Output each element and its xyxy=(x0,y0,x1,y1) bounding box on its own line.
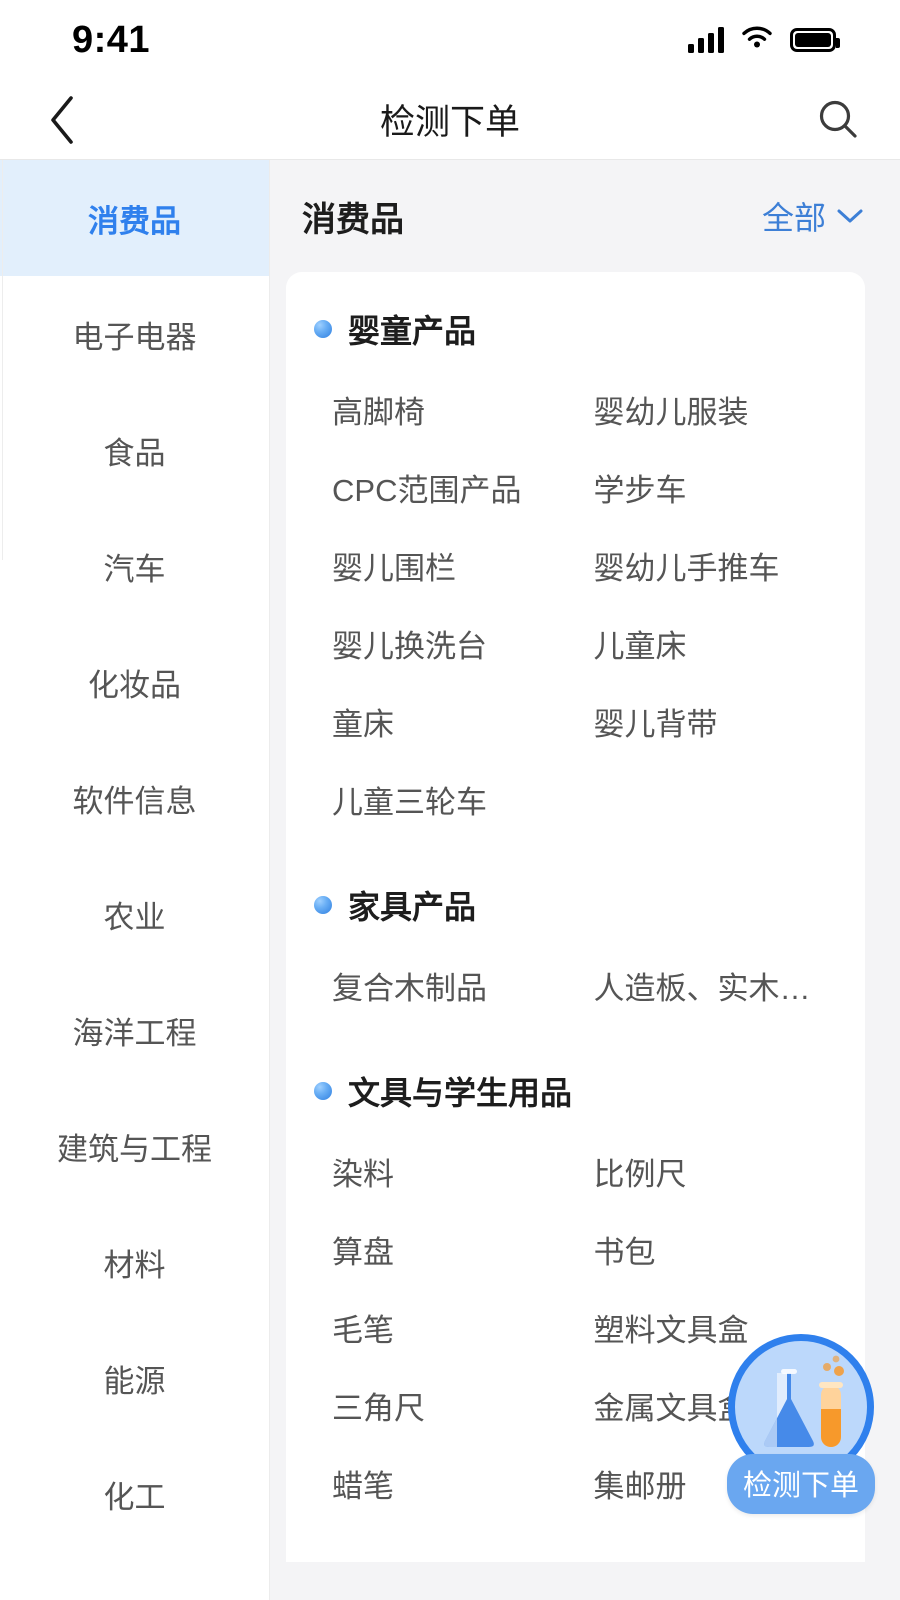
pane-header: 消费品 全部 xyxy=(270,160,900,272)
group-header: 文具与学生用品 xyxy=(314,1068,837,1114)
category-item[interactable]: 婴幼儿服装 xyxy=(576,370,838,448)
group-title: 文具与学生用品 xyxy=(348,1075,573,1111)
category-item[interactable]: 毛笔 xyxy=(314,1288,576,1366)
nav-bar: 检测下单 xyxy=(0,80,900,160)
sidebar-item-electronics[interactable]: 电子电器 xyxy=(0,276,269,392)
back-button[interactable] xyxy=(34,92,90,148)
category-item[interactable]: 婴儿围栏 xyxy=(314,526,576,604)
category-item[interactable]: 高脚椅 xyxy=(314,370,576,448)
status-time: 9:41 xyxy=(72,18,151,61)
category-item[interactable]: 儿童三轮车 xyxy=(314,760,576,838)
bullet-dot-icon xyxy=(314,896,332,914)
phone-screen: 9:41 检测下单 消费品 电子电器 食品 汽车 化妆品 软件信息 农业 海洋工… xyxy=(0,0,900,1600)
sidebar-item-energy[interactable]: 能源 xyxy=(0,1320,269,1436)
group-furniture-products: 家具产品 复合木制品 人造板、实木… xyxy=(286,882,865,1024)
battery-icon xyxy=(790,28,840,52)
wifi-icon xyxy=(740,25,774,56)
sidebar-item-marine[interactable]: 海洋工程 xyxy=(0,972,269,1088)
sidebar-item-construction[interactable]: 建筑与工程 xyxy=(0,1088,269,1204)
status-bar: 9:41 xyxy=(0,0,900,80)
sidebar-item-agriculture[interactable]: 农业 xyxy=(0,856,269,972)
group-title: 家具产品 xyxy=(348,889,477,925)
chevron-down-icon xyxy=(837,209,863,223)
category-item[interactable]: 蜡笔 xyxy=(314,1444,576,1522)
page-title: 检测下单 xyxy=(379,103,520,142)
filter-label: 全部 xyxy=(761,200,826,236)
group-header: 婴童产品 xyxy=(314,306,837,352)
search-icon xyxy=(819,100,857,138)
category-item[interactable]: 书包 xyxy=(576,1210,838,1288)
chevron-left-icon xyxy=(51,95,73,144)
sidebar-item-automotive[interactable]: 汽车 xyxy=(0,508,269,624)
bullet-dot-icon xyxy=(314,320,332,338)
category-item[interactable]: 婴儿背带 xyxy=(576,682,838,760)
group-header: 家具产品 xyxy=(314,882,837,928)
category-item[interactable]: 复合木制品 xyxy=(314,946,576,1024)
category-item[interactable]: 儿童床 xyxy=(576,604,838,682)
sidebar-item-consumer-goods[interactable]: 消费品 xyxy=(0,160,269,276)
category-item[interactable]: 算盘 xyxy=(314,1210,576,1288)
category-item[interactable]: 婴幼儿手推车 xyxy=(576,526,838,604)
bullet-dot-icon xyxy=(314,1082,332,1100)
category-item[interactable]: 染料 xyxy=(314,1132,576,1210)
category-item-empty xyxy=(576,760,838,838)
category-item[interactable]: 三角尺 xyxy=(314,1366,576,1444)
fab-label: 检测下单 xyxy=(727,1454,876,1514)
category-detail-pane: 消费品 全部 婴童产品 高脚椅 婴幼儿服装 CPC范围产品 学步车 婴儿围栏 婴… xyxy=(270,160,900,1600)
sidebar-item-food[interactable]: 食品 xyxy=(0,392,269,508)
sidebar-item-cosmetics[interactable]: 化妆品 xyxy=(0,624,269,740)
category-item[interactable]: 童床 xyxy=(314,682,576,760)
search-button[interactable] xyxy=(810,92,866,148)
category-sidebar[interactable]: 消费品 电子电器 食品 汽车 化妆品 软件信息 农业 海洋工程 建筑与工程 材料… xyxy=(0,160,270,1600)
sidebar-item-chemicals[interactable]: 化工 xyxy=(0,1436,269,1552)
order-test-fab[interactable]: 检测下单 xyxy=(727,1334,876,1514)
filter-dropdown[interactable]: 全部 xyxy=(762,193,864,239)
category-item[interactable]: 婴儿换洗台 xyxy=(314,604,576,682)
sidebar-item-software[interactable]: 软件信息 xyxy=(0,740,269,856)
category-item[interactable]: 人造板、实木… xyxy=(576,946,838,1024)
pane-title: 消费品 xyxy=(302,200,404,239)
main-content: 消费品 电子电器 食品 汽车 化妆品 软件信息 农业 海洋工程 建筑与工程 材料… xyxy=(0,160,900,1600)
category-item[interactable]: 学步车 xyxy=(576,448,838,526)
group-baby-products: 婴童产品 高脚椅 婴幼儿服装 CPC范围产品 学步车 婴儿围栏 婴幼儿手推车 婴… xyxy=(286,306,865,838)
sidebar-item-materials[interactable]: 材料 xyxy=(0,1204,269,1320)
category-item[interactable]: 比例尺 xyxy=(576,1132,838,1210)
category-item[interactable]: CPC范围产品 xyxy=(314,448,576,526)
group-item-grid: 复合木制品 人造板、实木… xyxy=(314,946,837,1024)
status-icons xyxy=(688,25,840,56)
group-item-grid: 高脚椅 婴幼儿服装 CPC范围产品 学步车 婴儿围栏 婴幼儿手推车 婴儿换洗台 … xyxy=(314,370,837,838)
signal-bars-icon xyxy=(688,27,724,53)
group-title: 婴童产品 xyxy=(348,313,477,349)
flask-test-tube-icon xyxy=(764,1355,844,1447)
